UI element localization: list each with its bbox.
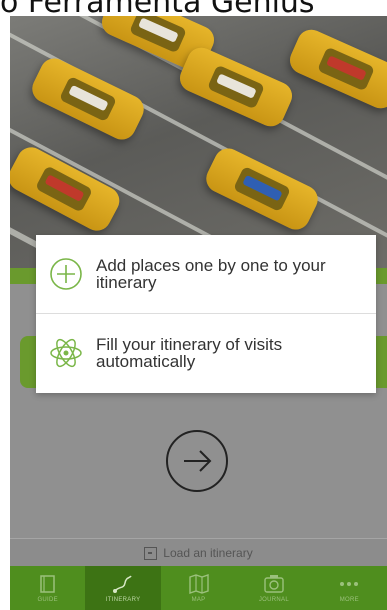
- tab-journal[interactable]: JOURNAL: [236, 566, 311, 610]
- map-icon: [188, 573, 209, 594]
- taxis-photo: [10, 16, 387, 268]
- more-dots-icon: [340, 581, 359, 586]
- load-itinerary-label: Load an itinerary: [163, 546, 253, 560]
- app-screen: Load an itinerary GUIDE ITINERARY MAP JO…: [10, 16, 387, 610]
- tab-itinerary-label: ITINERARY: [105, 596, 141, 603]
- tab-guide-label: GUIDE: [37, 596, 58, 603]
- atom-icon: [50, 338, 82, 368]
- itinerary-options-menu: Add places one by one to your itinerary …: [36, 235, 376, 393]
- book-icon: [39, 574, 55, 593]
- tab-more-label: MORE: [339, 596, 359, 603]
- add-places-label: Add places one by one to your itinerary: [96, 256, 326, 292]
- tab-map[interactable]: MAP: [161, 566, 236, 610]
- tab-guide[interactable]: GUIDE: [10, 566, 85, 610]
- fill-itinerary-label: Fill your itinerary of visits automatica…: [96, 335, 283, 371]
- tab-more[interactable]: MORE: [312, 566, 387, 610]
- bottom-tab-bar: GUIDE ITINERARY MAP JOURNAL MORE: [10, 566, 387, 610]
- camera-icon: [264, 574, 284, 593]
- fill-itinerary-option[interactable]: Fill your itinerary of visits automatica…: [36, 314, 376, 392]
- load-itinerary-button[interactable]: Load an itinerary: [10, 538, 387, 567]
- tab-map-label: MAP: [191, 596, 206, 603]
- load-itinerary-icon: [144, 546, 158, 560]
- tab-journal-label: JOURNAL: [258, 596, 289, 603]
- plus-circle-icon: [50, 258, 82, 290]
- next-button[interactable]: [166, 430, 228, 492]
- route-icon: [113, 575, 132, 593]
- add-places-option[interactable]: Add places one by one to your itinerary: [36, 235, 376, 314]
- arrow-right-circle-icon: [184, 450, 212, 472]
- tab-itinerary[interactable]: ITINERARY: [85, 566, 161, 610]
